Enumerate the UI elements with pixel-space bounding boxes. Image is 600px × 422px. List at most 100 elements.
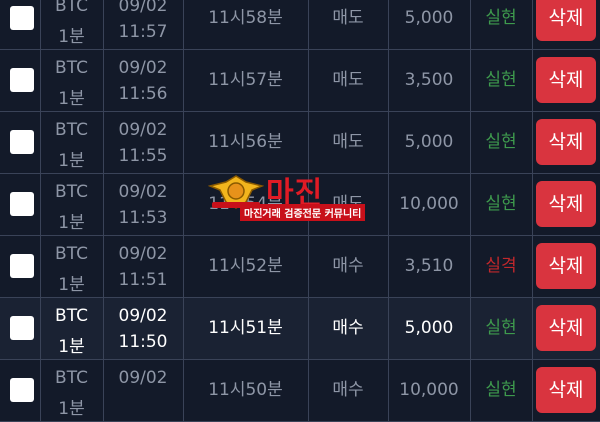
table-row: BTC 1분 09/02 11:55 11시56분 매도 5,000 실현 삭제 [0,112,600,174]
table-row: BTC 1분 09/02 11:51 11시52분 매수 3,510 실격 삭제 [0,236,600,298]
symbol-cell: BTC 1분 [40,298,104,359]
row-checkbox[interactable] [10,316,34,340]
date: 09/02 [118,0,168,16]
action-cell: 삭제 [532,298,600,359]
round-cell: 11시50분 [183,360,309,421]
result-cell: 실현 [470,174,533,235]
checkbox-cell [0,112,41,173]
date: 09/02 [118,182,168,202]
time: 11:55 [118,146,168,166]
period: 1분 [58,151,85,171]
checkbox-cell [0,298,41,359]
symbol-cell: BTC 1분 [40,360,104,421]
period: 1분 [58,337,85,357]
checkbox-cell [0,236,41,297]
symbol: BTC [55,306,88,326]
side-cell: 매수 [308,236,389,297]
delete-button[interactable]: 삭제 [536,367,596,413]
table-row: BTC 1분 09/02 11:56 11시57분 매도 3,500 실현 삭제 [0,50,600,112]
round-cell: 11시51분 [183,298,309,359]
watermark: 마진 마진거래 검증전문 커뮤니티 [208,172,368,222]
amount-cell: 10,000 [388,360,471,421]
datetime-cell: 09/02 11:53 [103,174,184,235]
period: 1분 [58,399,85,419]
checkbox-cell [0,174,41,235]
action-cell: 삭제 [532,0,600,49]
amount-cell: 5,000 [388,298,471,359]
checkbox-cell [0,360,41,421]
action-cell: 삭제 [532,360,600,421]
side-cell: 매수 [308,298,389,359]
row-checkbox[interactable] [10,254,34,278]
symbol: BTC [55,0,88,16]
symbol: BTC [55,244,88,264]
result-cell: 실격 [470,236,533,297]
symbol: BTC [55,368,88,388]
symbol: BTC [55,182,88,202]
symbol-cell: BTC 1분 [40,174,104,235]
action-cell: 삭제 [532,174,600,235]
side-cell: 매도 [308,50,389,111]
result-cell: 실현 [470,50,533,111]
result-cell: 실현 [470,112,533,173]
period: 1분 [58,27,85,47]
side-cell: 매도 [308,0,389,49]
period: 1분 [58,275,85,295]
date: 09/02 [118,368,168,388]
time: 11:56 [118,84,168,104]
action-cell: 삭제 [532,112,600,173]
checkbox-cell [0,0,41,49]
period: 1분 [58,213,85,233]
amount-cell: 5,000 [388,112,471,173]
delete-button[interactable]: 삭제 [536,305,596,351]
delete-button[interactable]: 삭제 [536,243,596,289]
delete-button[interactable]: 삭제 [536,119,596,165]
time: 11:51 [118,270,168,290]
row-checkbox[interactable] [10,130,34,154]
date: 09/02 [118,244,168,264]
row-checkbox[interactable] [10,6,34,30]
symbol: BTC [55,120,88,140]
time: 11:50 [118,332,168,352]
datetime-cell: 09/02 11:56 [103,50,184,111]
delete-button[interactable]: 삭제 [536,181,596,227]
result-cell: 실현 [470,298,533,359]
symbol-cell: BTC 1분 [40,50,104,111]
date: 09/02 [118,120,168,140]
period: 1분 [58,89,85,109]
symbol: BTC [55,58,88,78]
table-row: BTC 1분 09/02 11시50분 매수 10,000 실현 삭제 [0,360,600,422]
time: 11:53 [118,208,168,228]
table-row: BTC 1분 09/02 11:50 11시51분 매수 5,000 실현 삭제 [0,298,600,360]
row-checkbox[interactable] [10,378,34,402]
side-cell: 매도 [308,112,389,173]
datetime-cell: 09/02 [103,360,184,421]
date: 09/02 [118,306,168,326]
round-cell: 11시56분 [183,112,309,173]
time: 11:57 [118,22,168,42]
round-cell: 11시57분 [183,50,309,111]
date: 09/02 [118,58,168,78]
amount-cell: 3,510 [388,236,471,297]
datetime-cell: 09/02 11:57 [103,0,184,49]
round-cell: 11시52분 [183,236,309,297]
datetime-cell: 09/02 11:50 [103,298,184,359]
round-cell: 11시58분 [183,0,309,49]
delete-button[interactable]: 삭제 [536,57,596,103]
row-checkbox[interactable] [10,192,34,216]
action-cell: 삭제 [532,50,600,111]
checkbox-cell [0,50,41,111]
row-checkbox[interactable] [10,68,34,92]
symbol-cell: BTC 1분 [40,0,104,49]
symbol-cell: BTC 1분 [40,236,104,297]
delete-button[interactable]: 삭제 [536,0,596,41]
result-cell: 실현 [470,360,533,421]
side-cell: 매수 [308,360,389,421]
datetime-cell: 09/02 11:55 [103,112,184,173]
datetime-cell: 09/02 11:51 [103,236,184,297]
table-row: BTC 1분 09/02 11:57 11시58분 매도 5,000 실현 삭제 [0,0,600,50]
symbol-cell: BTC 1분 [40,112,104,173]
amount-cell: 5,000 [388,0,471,49]
amount-cell: 10,000 [388,174,471,235]
watermark-subtitle: 마진거래 검증전문 커뮤니티 [240,204,366,221]
